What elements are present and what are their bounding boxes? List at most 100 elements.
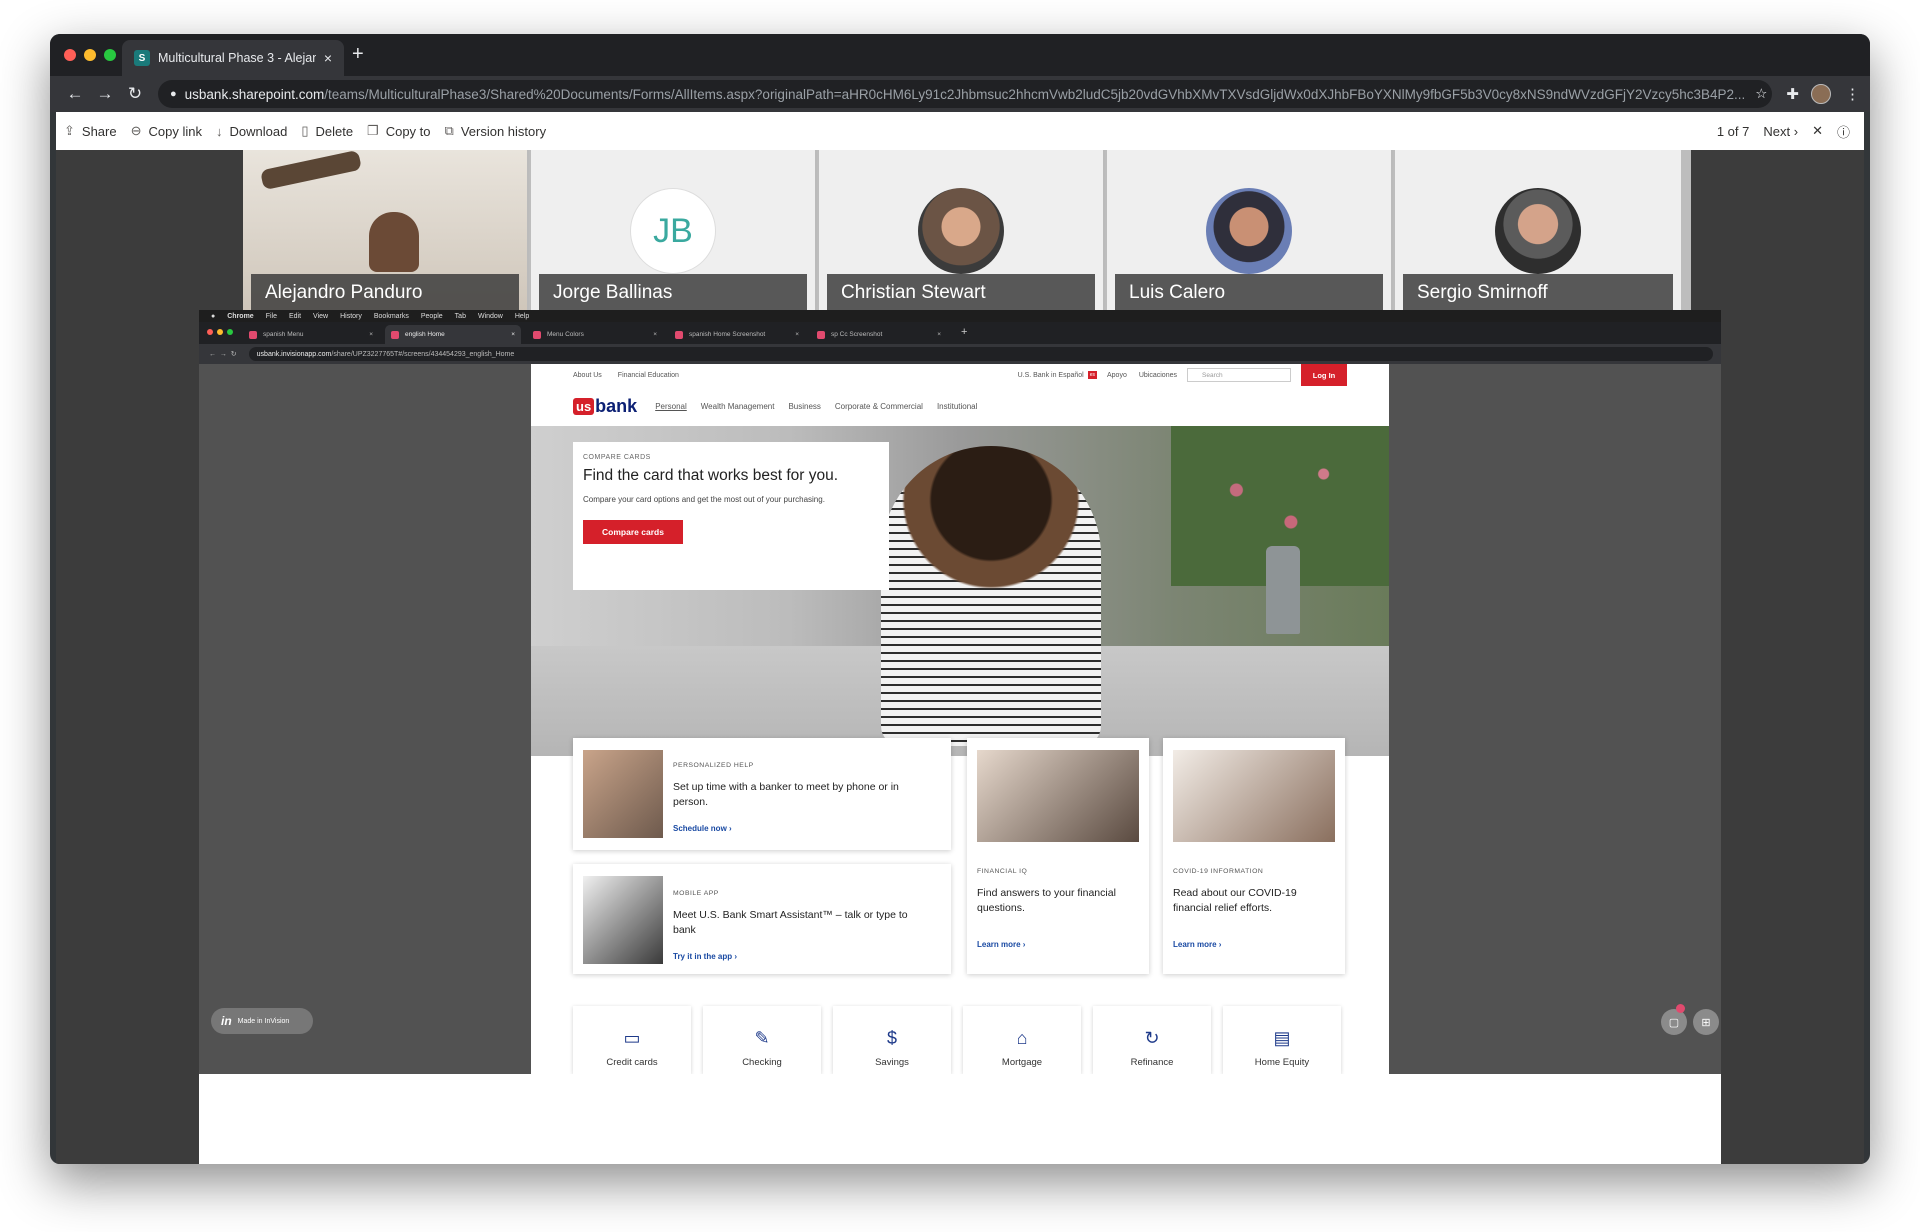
product-tile: ▤ Home Equity bbox=[1223, 1006, 1341, 1074]
promo-link: Learn more › bbox=[977, 940, 1026, 949]
close-window-button[interactable] bbox=[64, 49, 76, 61]
close-tab-icon: × bbox=[795, 331, 799, 338]
menu-item: Bookmarks bbox=[373, 312, 409, 320]
promo-card: FINANCIAL IQ Find answers to your financ… bbox=[967, 738, 1149, 974]
tab-title: Multicultural Phase 3 - Alejand bbox=[158, 51, 316, 65]
promo-eyebrow: FINANCIAL IQ bbox=[977, 868, 1028, 875]
inner-window-controls bbox=[207, 329, 233, 335]
delete-button[interactable]: ▯ Delete bbox=[301, 123, 353, 139]
usbank-logo: us bank bbox=[573, 396, 637, 417]
back-icon: ← bbox=[209, 350, 216, 358]
address-bar[interactable]: ● usbank.sharepoint.com /teams/Multicult… bbox=[158, 80, 1773, 108]
hero-eyebrow: COMPARE CARDS bbox=[583, 454, 651, 461]
chrome-menu-icon[interactable]: ⋮ bbox=[1845, 85, 1860, 103]
nav-wealth: Wealth Management bbox=[700, 401, 775, 411]
promo-image bbox=[1173, 750, 1335, 842]
window-controls bbox=[64, 49, 116, 61]
new-tab-icon: + bbox=[961, 326, 968, 338]
url-host: usbank.sharepoint.com bbox=[184, 86, 325, 102]
inner-tab-title: spanish Menu bbox=[263, 331, 304, 338]
inner-tab-title: english Home bbox=[405, 331, 445, 338]
inner-tab: sp Cc Screenshot × bbox=[811, 325, 947, 344]
close-tab-icon[interactable]: × bbox=[324, 50, 332, 66]
home-equity-icon: ▤ bbox=[1273, 1028, 1291, 1048]
version-history-label: Version history bbox=[460, 123, 547, 139]
history-icon: ⧉ bbox=[444, 123, 454, 138]
promo-link: Learn more › bbox=[1173, 940, 1222, 949]
product-label: Refinance bbox=[1130, 1057, 1174, 1068]
usbank-homepage: About Us Financial Education U.S. Bank i… bbox=[531, 364, 1389, 1074]
profile-avatar[interactable] bbox=[1811, 84, 1831, 104]
participant-name: Luis Calero bbox=[1115, 274, 1383, 312]
promo-image bbox=[583, 876, 663, 964]
maximize-window-button[interactable] bbox=[104, 49, 116, 61]
inner-url-path: /share/UPZ3227765T#/screens/434454293_en… bbox=[331, 350, 515, 358]
participant-tile: Christian Stewart bbox=[819, 150, 1105, 312]
promo-image bbox=[583, 750, 663, 838]
pager: 1 of 7 Next › ✕ ⓘ bbox=[1717, 122, 1856, 141]
copy-to-label: Copy to bbox=[385, 123, 431, 139]
promo-link: Schedule now › bbox=[673, 824, 732, 833]
participant-name: Christian Stewart bbox=[827, 274, 1095, 312]
close-tab-icon: × bbox=[511, 331, 515, 338]
next-button[interactable]: Next › bbox=[1763, 124, 1798, 139]
reload-icon: ↻ bbox=[230, 351, 237, 358]
bookmark-star-icon[interactable]: ☆ bbox=[1745, 86, 1767, 102]
reload-icon[interactable]: ↻ bbox=[120, 84, 150, 104]
made-in-invision-badge: in Made in InVision bbox=[211, 1008, 313, 1034]
promo-title: Meet U.S. Bank Smart Assistant™ – talk o… bbox=[673, 909, 908, 936]
logo-us: us bbox=[573, 397, 595, 415]
promo-eyebrow: PERSONALIZED HELP bbox=[673, 762, 754, 769]
nav-corporate: Corporate & Commercial bbox=[834, 401, 923, 411]
download-button[interactable]: ↓ Download bbox=[216, 124, 287, 139]
minimize-window-button[interactable] bbox=[84, 49, 96, 61]
promo-title: Find answers to your financial questions… bbox=[977, 887, 1116, 914]
comment-icon: ▢ bbox=[1661, 1009, 1687, 1035]
link-icon: ⊖ bbox=[130, 123, 142, 138]
inner-tab-title: Menu Colors bbox=[547, 331, 584, 338]
inner-tab: spanish Menu × bbox=[243, 325, 379, 344]
logo-bank: bank bbox=[595, 395, 638, 416]
close-tab-icon: × bbox=[937, 331, 941, 338]
tab-sharepoint[interactable]: S Multicultural Phase 3 - Alejand × bbox=[122, 40, 344, 76]
participant-name: Alejandro Panduro bbox=[251, 274, 519, 312]
inner-min-dot bbox=[217, 329, 223, 335]
back-icon[interactable]: ← bbox=[60, 84, 90, 104]
menu-item: History bbox=[340, 312, 362, 320]
nav-personal: Personal bbox=[655, 401, 687, 411]
home-icon: ⌂ bbox=[1016, 1028, 1028, 1048]
share-icon: ⇪ bbox=[64, 123, 75, 138]
inner-close-dot bbox=[207, 329, 213, 335]
sharepoint-command-bar: ⇪ Share ⊖ Copy link ↓ Download ▯ Delete ❐ Cop… bbox=[56, 112, 1864, 150]
language-flag-icon: es bbox=[1087, 371, 1097, 379]
share-button[interactable]: ⇪ Share bbox=[64, 123, 117, 139]
close-tab-icon: × bbox=[653, 331, 657, 338]
compare-cards-button: Compare cards bbox=[583, 520, 683, 544]
version-history-button[interactable]: ⧉ Version history bbox=[445, 123, 547, 139]
copy-link-label: Copy link bbox=[148, 123, 202, 139]
browser-window: S Multicultural Phase 3 - Alejand × + ← … bbox=[50, 34, 1870, 1164]
invision-logo-icon: in bbox=[221, 1014, 232, 1028]
share-label: Share bbox=[81, 123, 117, 139]
info-icon[interactable]: ⓘ bbox=[1837, 122, 1850, 141]
extensions-icon[interactable]: ✚ bbox=[1786, 85, 1799, 103]
product-links: ▭ Credit cards ✎ Checking $ Savings ⌂ Mortga… bbox=[573, 1006, 1347, 1074]
copy-link-button[interactable]: ⊖ Copy link bbox=[131, 123, 202, 139]
new-tab-button[interactable]: + bbox=[352, 44, 364, 64]
participant-photo bbox=[918, 188, 1004, 274]
made-in-label: Made in InVision bbox=[237, 1017, 290, 1025]
next-label: Next bbox=[1763, 123, 1791, 139]
inner-address-bar: usbank.invisionapp.com /share/UPZ3227765… bbox=[248, 347, 1713, 361]
savings-icon: $ bbox=[886, 1028, 897, 1048]
participant-photo bbox=[1206, 188, 1292, 274]
product-tile: ⌂ Mortgage bbox=[963, 1006, 1081, 1074]
promo-eyebrow: COVID-19 INFORMATION bbox=[1173, 868, 1264, 875]
document-viewer: Alejandro Panduro JB Jorge Ballinas Chri… bbox=[56, 150, 1864, 1164]
menu-item: People bbox=[420, 312, 443, 320]
copy-to-button[interactable]: ❐ Copy to bbox=[367, 123, 430, 139]
product-label: Credit cards bbox=[606, 1057, 658, 1068]
menu-item: Tab bbox=[454, 312, 466, 320]
forward-icon[interactable]: → bbox=[90, 84, 120, 104]
close-viewer-icon[interactable]: ✕ bbox=[1812, 123, 1823, 139]
credit-card-icon: ▭ bbox=[623, 1028, 641, 1048]
